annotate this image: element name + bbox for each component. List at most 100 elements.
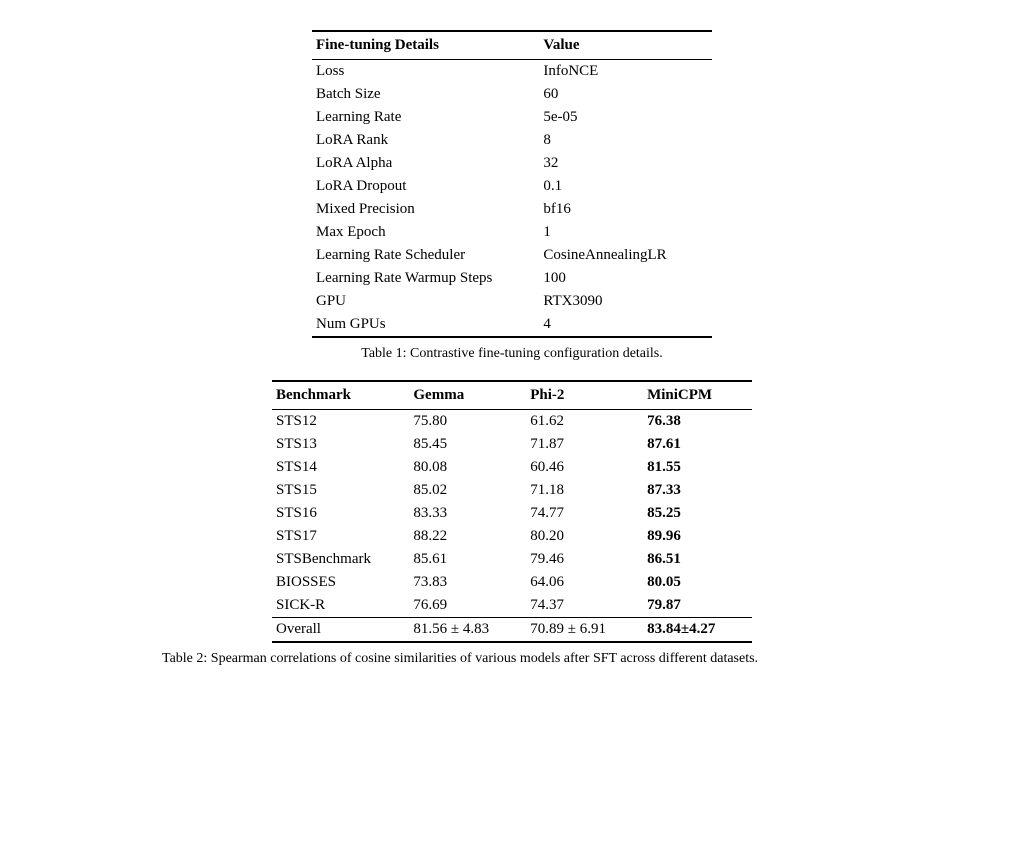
table2-col-phi2: Phi-2 (526, 381, 643, 410)
table1-cell-detail: Learning Rate (312, 106, 539, 129)
table1-header-row: Fine-tuning Details Value (312, 31, 712, 60)
table2-cell-minicpm: 85.25 (643, 502, 752, 525)
table2-cell-benchmark: STS15 (272, 479, 409, 502)
table2-col-benchmark: Benchmark (272, 381, 409, 410)
table2-cell-minicpm: 87.61 (643, 433, 752, 456)
table2-overall-row: Overall81.56 ± 4.8370.89 ± 6.9183.84±4.2… (272, 618, 752, 643)
table1-row: LoRA Alpha32 (312, 152, 712, 175)
table1-row: LossInfoNCE (312, 60, 712, 84)
table2-cell-benchmark: STS14 (272, 456, 409, 479)
table1-cell-value: InfoNCE (539, 60, 712, 84)
table1-col-value: Value (539, 31, 712, 60)
table2-cell-phi2: 80.20 (526, 525, 643, 548)
table2-cell-minicpm: 80.05 (643, 571, 752, 594)
table1-cell-value: 5e-05 (539, 106, 712, 129)
table1-wrapper: Fine-tuning Details Value LossInfoNCEBat… (162, 30, 862, 362)
table1-cell-value: 1 (539, 221, 712, 244)
table1-cell-detail: Batch Size (312, 83, 539, 106)
table2-row: STS1385.4571.8787.61 (272, 433, 752, 456)
table2-cell-phi2: 71.18 (526, 479, 643, 502)
table1: Fine-tuning Details Value LossInfoNCEBat… (312, 30, 712, 338)
table1-cell-value: 0.1 (539, 175, 712, 198)
table2-row: STSBenchmark85.6179.4686.51 (272, 548, 752, 571)
table2-cell-gemma: 80.08 (409, 456, 526, 479)
table2-cell-gemma: 76.69 (409, 594, 526, 618)
table1-cell-detail: Mixed Precision (312, 198, 539, 221)
table1-cell-value: 32 (539, 152, 712, 175)
table2-cell-benchmark: BIOSSES (272, 571, 409, 594)
table2-cell-benchmark: STS16 (272, 502, 409, 525)
table2-cell-benchmark: STS17 (272, 525, 409, 548)
table2-col-gemma: Gemma (409, 381, 526, 410)
table2-row: BIOSSES73.8364.0680.05 (272, 571, 752, 594)
table2-cell-phi2: 61.62 (526, 410, 643, 434)
table1-cell-value: 100 (539, 267, 712, 290)
table2-cell-benchmark: SICK-R (272, 594, 409, 618)
table2-cell-gemma: 85.02 (409, 479, 526, 502)
table2-cell-phi2: 71.87 (526, 433, 643, 456)
table2-row: STS1788.2280.2089.96 (272, 525, 752, 548)
table2-cell-gemma: 83.33 (409, 502, 526, 525)
table1-cell-detail: LoRA Dropout (312, 175, 539, 198)
table2-row: STS1275.8061.6276.38 (272, 410, 752, 434)
table2-cell-gemma: 85.45 (409, 433, 526, 456)
table1-row: LoRA Dropout0.1 (312, 175, 712, 198)
table2-cell-benchmark: STSBenchmark (272, 548, 409, 571)
table1-row: Learning Rate SchedulerCosineAnnealingLR (312, 244, 712, 267)
table2-cell-gemma: 73.83 (409, 571, 526, 594)
page-container: Fine-tuning Details Value LossInfoNCEBat… (162, 30, 862, 667)
table2-cell-minicpm: 87.33 (643, 479, 752, 502)
table2-cell-minicpm: 86.51 (643, 548, 752, 571)
table2-overall-label: Overall (272, 618, 409, 643)
table2-header-row: Benchmark Gemma Phi-2 MiniCPM (272, 381, 752, 410)
table2-cell-minicpm: 89.96 (643, 525, 752, 548)
table1-cell-detail: Num GPUs (312, 313, 539, 337)
table2-overall-gemma: 81.56 ± 4.83 (409, 618, 526, 643)
table2-cell-benchmark: STS13 (272, 433, 409, 456)
table1-cell-value: 8 (539, 129, 712, 152)
table2-wrapper: Benchmark Gemma Phi-2 MiniCPM STS1275.80… (162, 380, 862, 667)
table2-row: SICK-R76.6974.3779.87 (272, 594, 752, 618)
table2: Benchmark Gemma Phi-2 MiniCPM STS1275.80… (272, 380, 752, 643)
table2-cell-minicpm: 76.38 (643, 410, 752, 434)
table1-row: Num GPUs4 (312, 313, 712, 337)
table1-cell-value: bf16 (539, 198, 712, 221)
table1-row: Max Epoch1 (312, 221, 712, 244)
table1-cell-detail: GPU (312, 290, 539, 313)
table2-row: STS1585.0271.1887.33 (272, 479, 752, 502)
table1-cell-value: CosineAnnealingLR (539, 244, 712, 267)
table2-cell-gemma: 88.22 (409, 525, 526, 548)
table1-cell-detail: LoRA Alpha (312, 152, 539, 175)
table1-cell-value: RTX3090 (539, 290, 712, 313)
table1-row: Learning Rate5e-05 (312, 106, 712, 129)
table1-cell-value: 4 (539, 313, 712, 337)
table2-cell-phi2: 60.46 (526, 456, 643, 479)
table2-caption: Table 2: Spearman correlations of cosine… (162, 651, 862, 667)
table1-cell-detail: LoRA Rank (312, 129, 539, 152)
table1-row: Learning Rate Warmup Steps100 (312, 267, 712, 290)
table1-row: Mixed Precisionbf16 (312, 198, 712, 221)
table2-cell-phi2: 79.46 (526, 548, 643, 571)
table1-cell-detail: Loss (312, 60, 539, 84)
table2-cell-gemma: 75.80 (409, 410, 526, 434)
table2-cell-phi2: 64.06 (526, 571, 643, 594)
table2-cell-benchmark: STS12 (272, 410, 409, 434)
table1-row: LoRA Rank8 (312, 129, 712, 152)
table1-cell-detail: Learning Rate Warmup Steps (312, 267, 539, 290)
table2-row: STS1480.0860.4681.55 (272, 456, 752, 479)
table1-cell-detail: Learning Rate Scheduler (312, 244, 539, 267)
table1-cell-detail: Max Epoch (312, 221, 539, 244)
table1-caption: Table 1: Contrastive fine-tuning configu… (361, 346, 663, 362)
table2-cell-minicpm: 79.87 (643, 594, 752, 618)
table1-row: GPURTX3090 (312, 290, 712, 313)
table2-cell-phi2: 74.37 (526, 594, 643, 618)
table2-cell-phi2: 74.77 (526, 502, 643, 525)
table1-cell-value: 60 (539, 83, 712, 106)
table1-row: Batch Size60 (312, 83, 712, 106)
table2-col-minicpm: MiniCPM (643, 381, 752, 410)
table2-overall-phi2: 70.89 ± 6.91 (526, 618, 643, 643)
table2-overall-minicpm: 83.84±4.27 (643, 618, 752, 643)
table1-col-detail: Fine-tuning Details (312, 31, 539, 60)
table2-cell-gemma: 85.61 (409, 548, 526, 571)
table2-row: STS1683.3374.7785.25 (272, 502, 752, 525)
